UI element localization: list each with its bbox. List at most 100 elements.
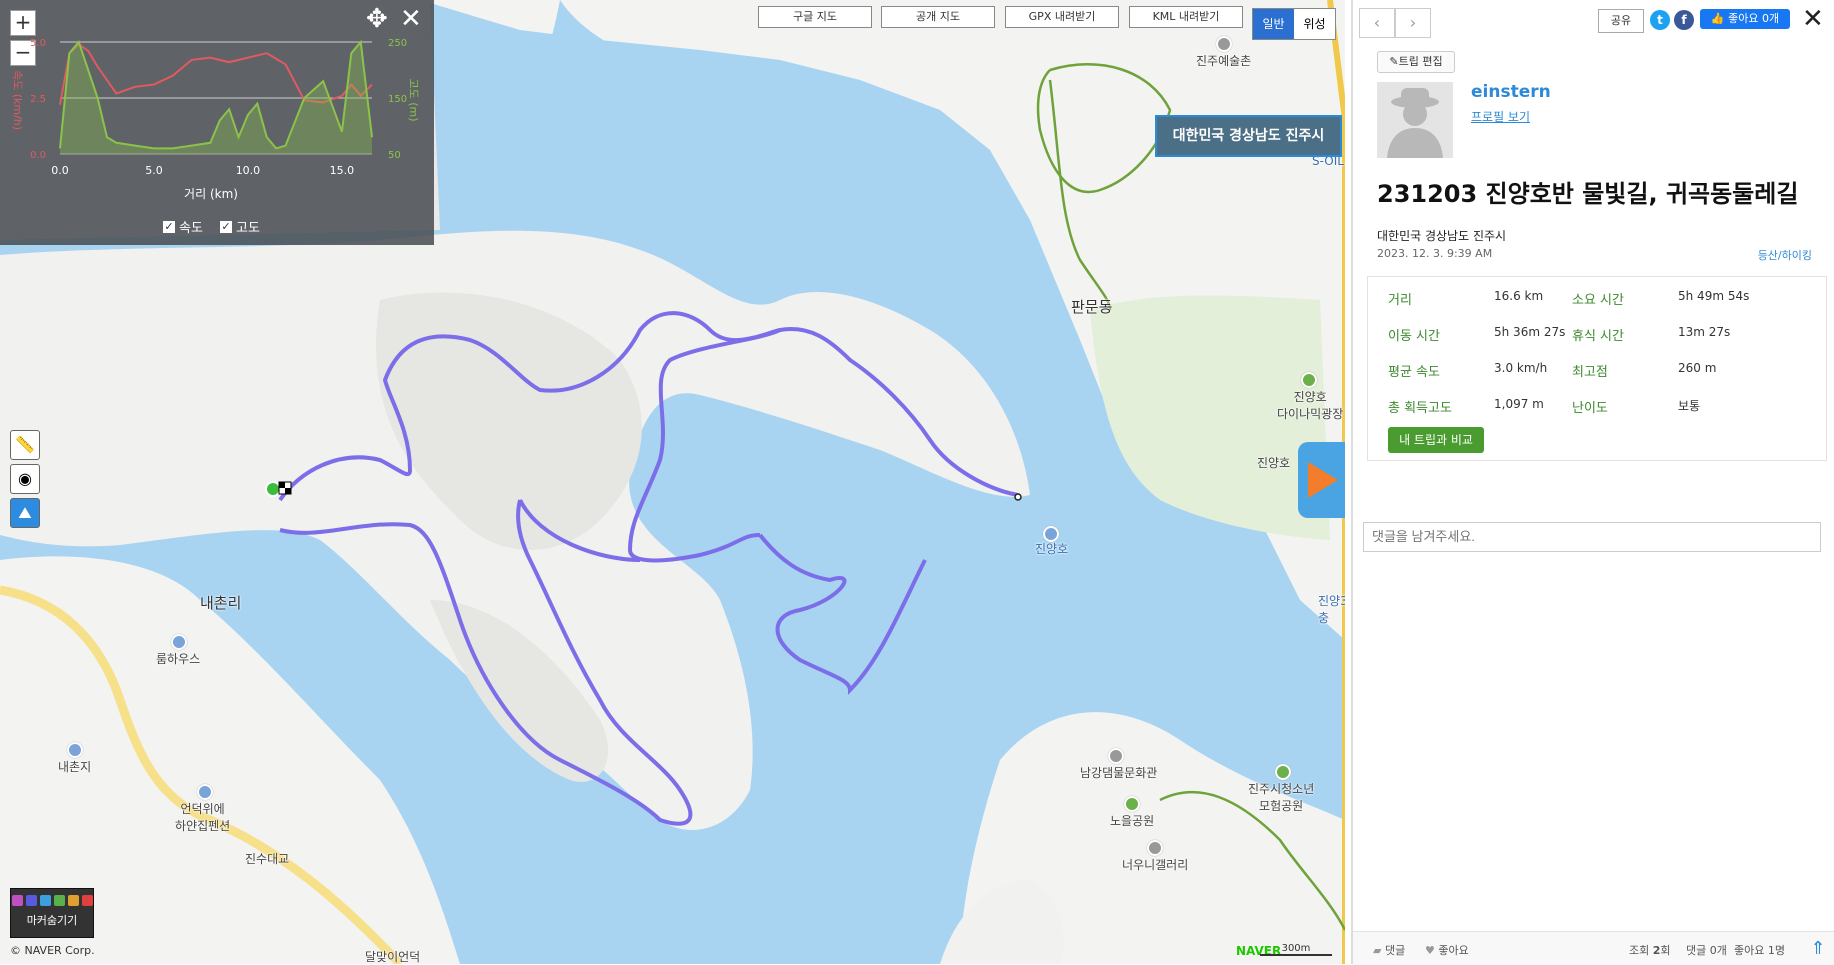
google-map-button[interactable]: 구글 지도: [758, 6, 872, 28]
speed-label: 평균 속도: [1388, 365, 1440, 380]
poi-jinju-art-icon: [1216, 36, 1232, 52]
poi-lake-icon: [1043, 526, 1059, 542]
checkmark-icon: ✓: [220, 219, 232, 233]
heart-icon: ♥: [1425, 944, 1439, 957]
duration-value: 5h 49m 54s: [1678, 289, 1750, 303]
poi-park-icon: [1301, 372, 1317, 388]
x-tick-label: 5.0: [145, 164, 163, 177]
label-jinju-art: 진주예술촌: [1196, 54, 1252, 68]
marker-icon: [39, 895, 51, 906]
poi-noeul-icon: [1124, 796, 1140, 812]
label-noeul-park: 노을공원: [1110, 814, 1155, 828]
elevation-panel: + − ✥ ✕ 속도 (km/h) 고도 (m) 거리 (km) 0.0 5.0 1…: [0, 0, 434, 245]
mountain-icon: ⛰: [18, 503, 32, 522]
label-namgang-dam: 남강댐물문화관: [1080, 766, 1158, 780]
comments-label: 댓글: [1384, 944, 1406, 957]
like-count: 좋아요 1명: [1734, 944, 1785, 957]
duration-label: 소요 시간: [1572, 293, 1624, 308]
thumbs-up-icon: 👍: [1710, 12, 1729, 25]
play-route-button[interactable]: [1298, 442, 1345, 518]
trip-sidebar: ‹ › 공유 t f 👍 좋아요 0개 ✕ ✎트립 편집 einstern 프로…: [1351, 0, 1834, 965]
trip-location: 대한민국 경상남도 진주시: [1377, 229, 1507, 243]
ascent-label: 총 획득고도: [1388, 401, 1452, 416]
ruler-icon: 📏: [15, 435, 35, 454]
label-pension: 언덕위에 하얀집펜션: [175, 802, 231, 833]
poi-dam-icon: [1108, 748, 1124, 764]
profile-link[interactable]: 프로필 보기: [1471, 108, 1530, 125]
left-tick-label: 2.5: [30, 94, 46, 105]
left-axis-label: 속도 (km/h): [11, 70, 24, 130]
map-type-satellite[interactable]: 위성: [1294, 9, 1335, 39]
trip-edit-button[interactable]: ✎트립 편집: [1377, 51, 1455, 73]
elevation-tool-button[interactable]: ⛰: [10, 498, 40, 528]
marker-hide-button[interactable]: 마커숨기기: [10, 888, 94, 938]
marker-icon: [53, 895, 65, 906]
gpx-download-button[interactable]: GPX 내려받기: [1005, 6, 1119, 28]
moving-label: 이동 시간: [1388, 329, 1440, 344]
marker-icon: [25, 895, 37, 906]
compare-trip-button[interactable]: 내 트립과 비교: [1388, 427, 1484, 453]
public-map-button[interactable]: 공개 지도: [881, 6, 995, 28]
difficulty-value: 보통: [1678, 399, 1701, 413]
label-neowoo-gallery: 너우니갤러리: [1122, 858, 1189, 872]
kml-download-button[interactable]: KML 내려받기: [1129, 6, 1243, 28]
area-tool-button[interactable]: ◉: [10, 464, 40, 494]
facebook-like-label: 좋아요 0개: [1728, 12, 1780, 25]
play-icon: [1308, 462, 1338, 498]
likes-tab[interactable]: ♥ 좋아요: [1425, 942, 1469, 958]
facebook-like-button[interactable]: 👍 좋아요 0개: [1700, 9, 1790, 29]
sidebar-footer: ▰ 댓글 ♥ 좋아요 조회 2회 댓글 0개 좋아요 1명 ⇑: [1353, 931, 1834, 965]
views-unit: 회: [1660, 944, 1671, 957]
left-tick-label: 0.0: [30, 150, 46, 161]
prev-trip-button[interactable]: ‹: [1359, 8, 1395, 38]
comment-input[interactable]: [1363, 522, 1821, 552]
share-button[interactable]: 공유: [1598, 9, 1644, 33]
checkmark-icon: ✓: [163, 219, 175, 233]
view-count: 조회 2회: [1629, 942, 1671, 958]
layers-icon: ◉: [18, 469, 32, 488]
map-canvas[interactable]: 진주예술촌 판문동 진양호 다이나믹광장 진양호 진양호 내촌리 룸하우스 내촌…: [0, 0, 1345, 964]
elevation-chart: 속도 (km/h) 고도 (m) 거리 (km) 0.0 5.0 10.0 15.0 5…: [11, 38, 420, 201]
marker-icon: [81, 895, 93, 906]
altitude-checkbox[interactable]: ✓ 고도: [220, 217, 260, 236]
comments-tab[interactable]: ▰ 댓글: [1373, 942, 1405, 958]
avatar[interactable]: [1377, 82, 1453, 158]
max-value: 260 m: [1678, 361, 1717, 375]
username-link[interactable]: einstern: [1471, 82, 1551, 102]
ascent-value: 1,097 m: [1494, 397, 1544, 411]
facebook-icon[interactable]: f: [1674, 10, 1694, 30]
speed-legend-label: 속도: [179, 221, 203, 236]
moving-value: 5h 36m 27s: [1494, 325, 1566, 339]
label-jinyangho-center: 진양호: [1035, 542, 1069, 556]
next-trip-button[interactable]: ›: [1395, 8, 1431, 38]
poi-naechonji-icon: [67, 742, 83, 758]
marker-hide-label: 마커숨기기: [26, 914, 78, 927]
trip-title: 231203 진양호반 물빛길, 귀곡동둘레길: [1377, 180, 1799, 208]
trip-activity-link[interactable]: 등산/하이킹: [1758, 247, 1812, 263]
map-type-normal[interactable]: 일반: [1253, 9, 1294, 39]
label-jinyangho-lake: 진양호: [1257, 456, 1291, 470]
right-axis-label: 고도 (m): [407, 78, 420, 121]
chevron-right-icon: ›: [1409, 13, 1417, 32]
poi-roomhouse-icon: [171, 634, 187, 650]
difficulty-label: 난이도: [1572, 401, 1608, 416]
x-tick-label: 0.0: [51, 164, 69, 177]
map-copyright: © NAVER Corp.: [10, 944, 95, 957]
ruler-tool-button[interactable]: 📏: [10, 430, 40, 460]
map-type-toggle[interactable]: 일반 위성: [1252, 8, 1336, 40]
twitter-icon[interactable]: t: [1650, 10, 1670, 30]
x-tick-label: 10.0: [236, 164, 261, 177]
region-box: 대한민국 경상남도 진주시: [1155, 115, 1342, 157]
right-tick-label: 250: [388, 38, 407, 49]
label-jinyangho-park: 진양호 다이나믹광장: [1277, 390, 1344, 421]
marker-icon: [11, 895, 23, 906]
speed-checkbox[interactable]: ✓ 속도: [163, 217, 203, 236]
scroll-top-icon[interactable]: ⇑: [1806, 938, 1830, 960]
x-axis-label: 거리 (km): [184, 187, 238, 201]
label-naechonji: 내촌지: [58, 760, 92, 774]
distance-label: 거리: [1388, 293, 1412, 308]
close-sidebar-icon[interactable]: ✕: [1802, 4, 1824, 34]
x-tick-label: 15.0: [330, 164, 355, 177]
trip-datetime: 2023. 12. 3. 9:39 AM: [1377, 247, 1493, 260]
label-dalmaji: 달맞이언덕: [365, 950, 421, 964]
